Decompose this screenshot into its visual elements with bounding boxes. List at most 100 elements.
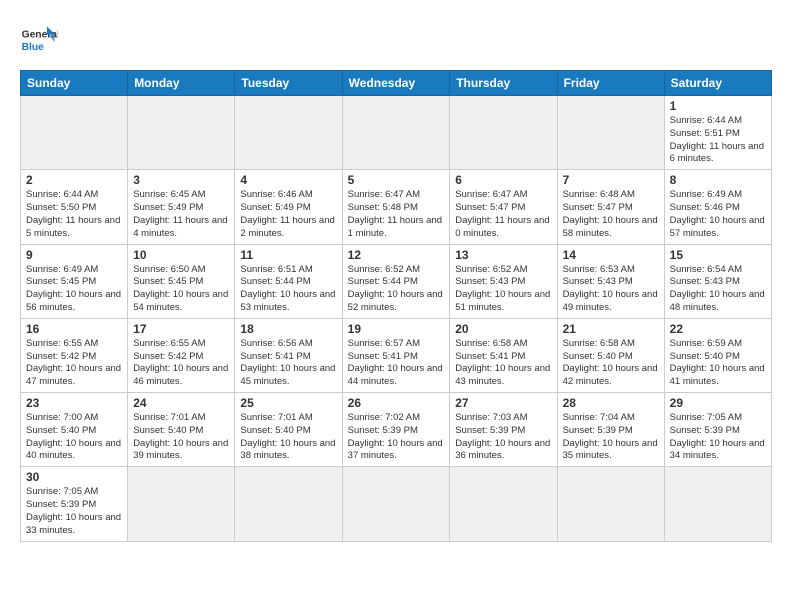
day-number: 4 — [240, 173, 336, 187]
day-info: Sunrise: 6:44 AM Sunset: 5:50 PM Dayligh… — [26, 189, 122, 240]
day-number: 2 — [26, 173, 122, 187]
day-info: Sunrise: 6:48 AM Sunset: 5:47 PM Dayligh… — [563, 189, 659, 240]
calendar-cell: 7 Sunrise: 6:48 AM Sunset: 5:47 PM Daylig… — [557, 170, 664, 244]
calendar-cell: 10 Sunrise: 6:50 AM Sunset: 5:45 PM Dayli… — [128, 244, 235, 318]
day-info: Sunrise: 6:50 AM Sunset: 5:45 PM Dayligh… — [133, 264, 229, 315]
day-number: 3 — [133, 173, 229, 187]
day-info: Sunrise: 6:45 AM Sunset: 5:49 PM Dayligh… — [133, 189, 229, 240]
week-row-1: 2 Sunrise: 6:44 AM Sunset: 5:50 PM Daylig… — [21, 170, 772, 244]
day-number: 17 — [133, 322, 229, 336]
calendar-cell — [342, 96, 450, 170]
logo-icon: General Blue — [20, 20, 58, 58]
week-row-4: 23 Sunrise: 7:00 AM Sunset: 5:40 PM Dayli… — [21, 393, 772, 467]
day-info: Sunrise: 7:03 AM Sunset: 5:39 PM Dayligh… — [455, 412, 551, 463]
calendar-cell — [21, 96, 128, 170]
day-info: Sunrise: 6:57 AM Sunset: 5:41 PM Dayligh… — [348, 338, 445, 389]
day-number: 27 — [455, 396, 551, 410]
calendar-cell — [342, 467, 450, 541]
logo: General Blue — [20, 20, 58, 58]
day-info: Sunrise: 6:56 AM Sunset: 5:41 PM Dayligh… — [240, 338, 336, 389]
day-info: Sunrise: 7:00 AM Sunset: 5:40 PM Dayligh… — [26, 412, 122, 463]
calendar-cell — [557, 467, 664, 541]
day-number: 21 — [563, 322, 659, 336]
day-number: 15 — [670, 248, 766, 262]
calendar-cell — [557, 96, 664, 170]
calendar-cell: 25Sunrise: 7:01 AM Sunset: 5:40 PM Dayli… — [235, 393, 342, 467]
calendar-cell: 27 Sunrise: 7:03 AM Sunset: 5:39 PM Dayli… — [450, 393, 557, 467]
calendar-cell: 28Sunrise: 7:04 AM Sunset: 5:39 PM Dayli… — [557, 393, 664, 467]
day-number: 19 — [348, 322, 445, 336]
day-info: Sunrise: 6:54 AM Sunset: 5:43 PM Dayligh… — [670, 264, 766, 315]
calendar-cell: 21 Sunrise: 6:58 AM Sunset: 5:40 PM Dayli… — [557, 318, 664, 392]
day-info: Sunrise: 6:44 AM Sunset: 5:51 PM Dayligh… — [670, 115, 766, 166]
header: General Blue — [20, 20, 772, 58]
calendar-cell: 19 Sunrise: 6:57 AM Sunset: 5:41 PM Dayli… — [342, 318, 450, 392]
day-of-week-saturday: Saturday — [664, 71, 771, 96]
calendar-cell: 23 Sunrise: 7:00 AM Sunset: 5:40 PM Dayli… — [21, 393, 128, 467]
calendar-cell: 18 Sunrise: 6:56 AM Sunset: 5:41 PM Dayli… — [235, 318, 342, 392]
calendar-cell: 11 Sunrise: 6:51 AM Sunset: 5:44 PM Dayli… — [235, 244, 342, 318]
week-row-0: 1Sunrise: 6:44 AM Sunset: 5:51 PM Daylig… — [21, 96, 772, 170]
calendar-cell: 3 Sunrise: 6:45 AM Sunset: 5:49 PM Daylig… — [128, 170, 235, 244]
day-number: 20 — [455, 322, 551, 336]
calendar-cell: 13Sunrise: 6:52 AM Sunset: 5:43 PM Dayli… — [450, 244, 557, 318]
day-number: 12 — [348, 248, 445, 262]
day-number: 23 — [26, 396, 122, 410]
week-row-5: 30 Sunrise: 7:05 AM Sunset: 5:39 PM Dayli… — [21, 467, 772, 541]
day-number: 13 — [455, 248, 551, 262]
calendar-cell: 5 Sunrise: 6:47 AM Sunset: 5:48 PM Daylig… — [342, 170, 450, 244]
day-info: Sunrise: 6:59 AM Sunset: 5:40 PM Dayligh… — [670, 338, 766, 389]
day-number: 8 — [670, 173, 766, 187]
calendar-cell: 20 Sunrise: 6:58 AM Sunset: 5:41 PM Dayli… — [450, 318, 557, 392]
day-info: Sunrise: 6:52 AM Sunset: 5:44 PM Dayligh… — [348, 264, 445, 315]
day-info: Sunrise: 6:58 AM Sunset: 5:40 PM Dayligh… — [563, 338, 659, 389]
calendar-cell: 30 Sunrise: 7:05 AM Sunset: 5:39 PM Dayli… — [21, 467, 128, 541]
day-number: 11 — [240, 248, 336, 262]
day-info: Sunrise: 6:58 AM Sunset: 5:41 PM Dayligh… — [455, 338, 551, 389]
day-of-week-friday: Friday — [557, 71, 664, 96]
day-of-week-tuesday: Tuesday — [235, 71, 342, 96]
calendar-cell: 4 Sunrise: 6:46 AM Sunset: 5:49 PM Daylig… — [235, 170, 342, 244]
calendar-header-row: SundayMondayTuesdayWednesdayThursdayFrid… — [21, 71, 772, 96]
day-number: 18 — [240, 322, 336, 336]
day-info: Sunrise: 7:01 AM Sunset: 5:40 PM Dayligh… — [240, 412, 336, 463]
day-number: 28 — [563, 396, 659, 410]
calendar-cell: 26 Sunrise: 7:02 AM Sunset: 5:39 PM Dayli… — [342, 393, 450, 467]
day-info: Sunrise: 7:05 AM Sunset: 5:39 PM Dayligh… — [670, 412, 766, 463]
calendar-cell: 6 Sunrise: 6:47 AM Sunset: 5:47 PM Daylig… — [450, 170, 557, 244]
calendar-cell: 8 Sunrise: 6:49 AM Sunset: 5:46 PM Daylig… — [664, 170, 771, 244]
day-number: 30 — [26, 470, 122, 484]
calendar-cell — [450, 467, 557, 541]
calendar-cell: 12 Sunrise: 6:52 AM Sunset: 5:44 PM Dayli… — [342, 244, 450, 318]
day-info: Sunrise: 6:49 AM Sunset: 5:46 PM Dayligh… — [670, 189, 766, 240]
day-number: 6 — [455, 173, 551, 187]
day-number: 26 — [348, 396, 445, 410]
day-number: 24 — [133, 396, 229, 410]
day-info: Sunrise: 6:51 AM Sunset: 5:44 PM Dayligh… — [240, 264, 336, 315]
day-number: 5 — [348, 173, 445, 187]
day-info: Sunrise: 7:05 AM Sunset: 5:39 PM Dayligh… — [26, 486, 122, 537]
day-number: 29 — [670, 396, 766, 410]
day-number: 10 — [133, 248, 229, 262]
calendar-cell: 1Sunrise: 6:44 AM Sunset: 5:51 PM Daylig… — [664, 96, 771, 170]
day-info: Sunrise: 7:01 AM Sunset: 5:40 PM Dayligh… — [133, 412, 229, 463]
calendar-cell — [450, 96, 557, 170]
week-row-2: 9 Sunrise: 6:49 AM Sunset: 5:45 PM Daylig… — [21, 244, 772, 318]
calendar-cell — [128, 96, 235, 170]
day-number: 9 — [26, 248, 122, 262]
day-info: Sunrise: 6:46 AM Sunset: 5:49 PM Dayligh… — [240, 189, 336, 240]
calendar-cell — [235, 467, 342, 541]
calendar-cell: 14Sunrise: 6:53 AM Sunset: 5:43 PM Dayli… — [557, 244, 664, 318]
day-info: Sunrise: 6:49 AM Sunset: 5:45 PM Dayligh… — [26, 264, 122, 315]
day-number: 16 — [26, 322, 122, 336]
day-info: Sunrise: 6:47 AM Sunset: 5:47 PM Dayligh… — [455, 189, 551, 240]
svg-text:Blue: Blue — [22, 42, 45, 53]
calendar-cell — [664, 467, 771, 541]
calendar-cell: 15 Sunrise: 6:54 AM Sunset: 5:43 PM Dayli… — [664, 244, 771, 318]
day-of-week-wednesday: Wednesday — [342, 71, 450, 96]
day-info: Sunrise: 6:47 AM Sunset: 5:48 PM Dayligh… — [348, 189, 445, 240]
day-of-week-monday: Monday — [128, 71, 235, 96]
day-number: 7 — [563, 173, 659, 187]
day-info: Sunrise: 7:02 AM Sunset: 5:39 PM Dayligh… — [348, 412, 445, 463]
calendar-cell — [235, 96, 342, 170]
